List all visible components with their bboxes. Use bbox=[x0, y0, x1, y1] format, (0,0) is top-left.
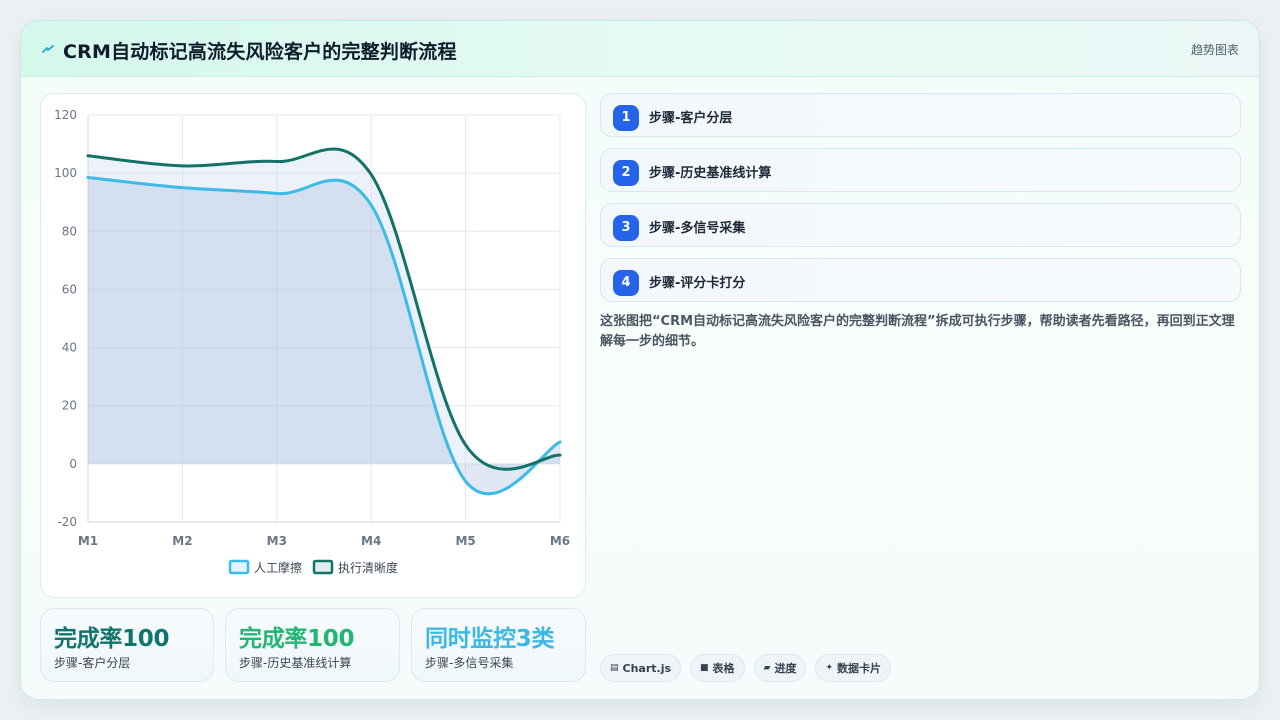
tag-data-card[interactable]: ✦ 数据卡片 bbox=[815, 654, 892, 682]
legend-swatch bbox=[228, 559, 250, 575]
stat-label: 步骤-多信号采集 bbox=[425, 656, 514, 670]
y-tick-label: 40 bbox=[62, 341, 77, 355]
page-title: CRM自动标记高流失风险客户的完整判断流程 bbox=[63, 41, 457, 63]
tag-list: ▤ Chart.js ■ 表格 ▰ 进度 ✦ 数据卡片 bbox=[600, 654, 892, 682]
stat-label: 步骤-客户分层 bbox=[54, 656, 131, 670]
step-label: 步骤-多信号采集 bbox=[649, 221, 746, 236]
stat-card-3: 同时监控3类 步骤-多信号采集 bbox=[411, 608, 586, 682]
sparkle-icon: ✦ bbox=[825, 663, 834, 673]
step-item[interactable]: 2 步骤-历史基准线计算 bbox=[600, 148, 1241, 192]
tag-table[interactable]: ■ 表格 bbox=[690, 654, 745, 682]
description-text: 这张图把“CRM自动标记高流失风险客户的完整判断流程”拆成可执行步骤，帮助读者先… bbox=[600, 314, 1235, 349]
stat-value: 同时监控3类 bbox=[425, 626, 555, 652]
stat-label: 步骤-历史基准线计算 bbox=[239, 656, 352, 670]
progress-icon: ▰ bbox=[763, 663, 771, 673]
x-tick-label: M2 bbox=[172, 534, 192, 548]
series-area-fill bbox=[88, 177, 560, 494]
tag-chartjs[interactable]: ▤ Chart.js bbox=[600, 654, 682, 682]
step-number-badge: 1 bbox=[613, 105, 639, 131]
tag-progress[interactable]: ▰ 进度 bbox=[753, 654, 807, 682]
stat-value: 完成率100 bbox=[54, 626, 170, 652]
step-item[interactable]: 4 步骤-评分卡打分 bbox=[600, 258, 1241, 302]
x-tick-label: M6 bbox=[550, 534, 570, 548]
x-tick-label: M4 bbox=[361, 534, 381, 548]
step-item[interactable]: 1 步骤-客户分层 bbox=[600, 93, 1241, 137]
chart-panel: -20 0 20 40 60 80 100 120 M1 M2 M3 M4 M5 M6 人工摩擦 执行清晰度 bbox=[40, 93, 586, 598]
line-chart: -20 0 20 40 60 80 100 120 M1 M2 M3 M4 M5 M6 人工摩擦 执行清晰度 bbox=[54, 108, 570, 575]
lightning-icon bbox=[42, 45, 54, 53]
stat-card-2: 完成率100 步骤-历史基准线计算 bbox=[225, 608, 400, 682]
header: CRM自动标记高流失风险客户的完整判断流程 趋势图表 bbox=[21, 21, 1259, 77]
legend-label: 人工摩擦 bbox=[254, 560, 302, 575]
main-card: CRM自动标记高流失风险客户的完整判断流程 趋势图表 -20 0 20 40 60 80 1… bbox=[20, 20, 1260, 700]
tag-label: 进度 bbox=[774, 662, 797, 675]
y-tick-label: -20 bbox=[57, 515, 77, 529]
tag-label: 表格 bbox=[712, 662, 735, 675]
x-tick-label: M3 bbox=[267, 534, 287, 548]
table-icon: ■ bbox=[700, 663, 709, 673]
legend-label: 执行清晰度 bbox=[338, 560, 398, 575]
step-item[interactable]: 3 步骤-多信号采集 bbox=[600, 203, 1241, 247]
step-number-badge: 2 bbox=[613, 160, 639, 186]
y-tick-label: 80 bbox=[62, 224, 77, 238]
step-label: 步骤-评分卡打分 bbox=[649, 276, 746, 291]
step-number-badge: 4 bbox=[613, 270, 639, 296]
x-tick-label: M5 bbox=[455, 534, 475, 548]
y-tick-label: 20 bbox=[62, 399, 77, 413]
step-label: 步骤-客户分层 bbox=[649, 111, 733, 126]
y-tick-label: 0 bbox=[69, 457, 77, 471]
tag-label: Chart.js bbox=[622, 661, 672, 675]
legend-swatch bbox=[312, 559, 334, 575]
x-tick-label: M1 bbox=[78, 534, 98, 548]
y-tick-label: 60 bbox=[62, 282, 77, 296]
stat-value: 完成率100 bbox=[239, 626, 355, 652]
step-label: 步骤-历史基准线计算 bbox=[649, 166, 772, 181]
stat-card-1: 完成率100 步骤-客户分层 bbox=[40, 608, 214, 682]
y-tick-label: 100 bbox=[54, 166, 77, 180]
chart-type-badge: 趋势图表 bbox=[1190, 43, 1239, 57]
step-number-badge: 3 bbox=[613, 215, 639, 241]
chart-icon: ▤ bbox=[610, 663, 619, 673]
y-tick-label: 120 bbox=[54, 108, 77, 122]
step-list: 1 步骤-客户分层 2 步骤-历史基准线计算 3 步骤-多信号采集 4 步骤-评… bbox=[600, 93, 1241, 313]
tag-label: 数据卡片 bbox=[837, 662, 882, 675]
